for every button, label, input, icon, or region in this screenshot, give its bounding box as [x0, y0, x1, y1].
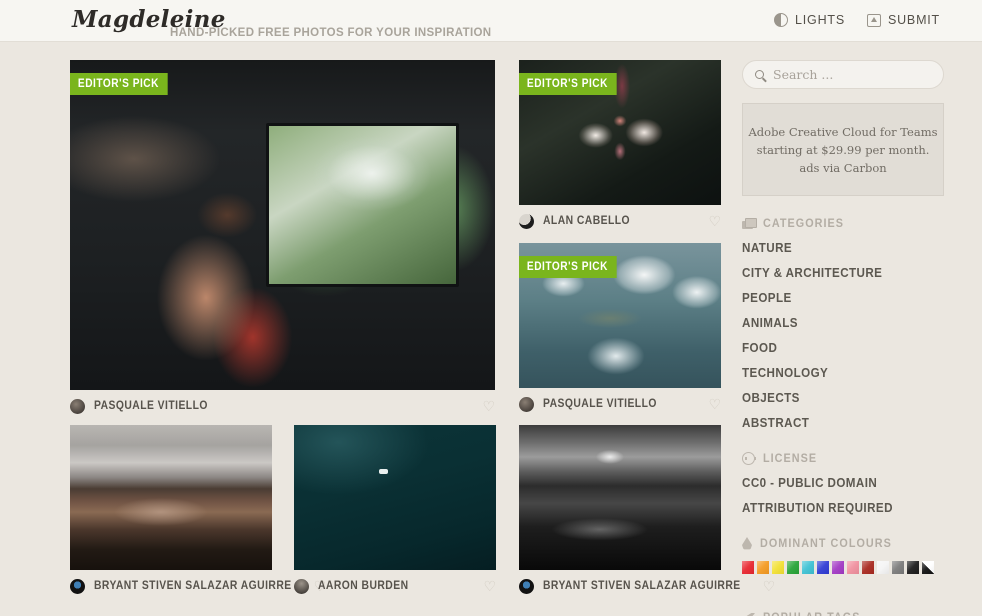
photo-card-clouds[interactable]: EDITOR'S PICK PASQUALE VITIELLO ♡: [519, 243, 721, 416]
lights-button[interactable]: LIGHTS: [774, 13, 845, 27]
contrast-icon: [774, 13, 789, 27]
lights-label: LIGHTS: [795, 13, 845, 27]
license-header: LICENSE: [742, 452, 944, 465]
heart-icon[interactable]: ♡: [483, 579, 496, 593]
popular-tags-header: POPULAR TAGS: [742, 612, 944, 616]
colour-swatch[interactable]: [787, 561, 799, 574]
gallery-column-left: EDITOR'S PICK PASQUALE VITIELLO ♡: [70, 60, 495, 428]
photo-card-sea[interactable]: AARON BURDEN ♡: [294, 425, 496, 598]
photo-card-mountain[interactable]: BRYANT STIVEN SALAZAR AGUIRRE ♡: [70, 425, 326, 598]
sidebar: Adobe Creative Cloud for Teams starting …: [742, 60, 944, 616]
photo-author[interactable]: PASQUALE VITIELLO: [94, 400, 208, 412]
sidebar-item-objects[interactable]: OBJECTS: [742, 391, 930, 405]
dominant-colours-title: DOMINANT COLOURS: [760, 537, 892, 550]
colour-swatch[interactable]: [847, 561, 859, 574]
photo-author[interactable]: BRYANT STIVEN SALAZAR AGUIRRE: [543, 580, 741, 592]
colour-swatch[interactable]: [757, 561, 769, 574]
avatar: [294, 578, 309, 594]
license-title: LICENSE: [763, 452, 818, 465]
sidebar-item-technology[interactable]: TECHNOLOGY: [742, 366, 930, 380]
droplet-icon: [742, 537, 752, 550]
sidebar-item-attribution-required[interactable]: ATTRIBUTION REQUIRED: [742, 501, 930, 515]
photo-meta: ALAN CABELLO ♡: [519, 205, 721, 233]
boat-shape: [378, 468, 388, 474]
creative-commons-icon: [742, 452, 756, 465]
photo-thumbnail-sea[interactable]: [294, 425, 496, 570]
heart-icon[interactable]: ♡: [482, 399, 495, 413]
sidebar-item-food[interactable]: FOOD: [742, 341, 930, 355]
layers-icon: [742, 218, 757, 230]
editors-pick-badge: EDITOR'S PICK: [70, 73, 168, 95]
heart-icon[interactable]: ♡: [708, 397, 721, 411]
categories-title: CATEGORIES: [763, 218, 845, 230]
colour-swatch-list: [742, 561, 944, 574]
upload-icon: [866, 13, 881, 27]
popular-tags-title: POPULAR TAGS: [763, 612, 860, 616]
heart-icon[interactable]: ♡: [708, 214, 721, 228]
photo-author[interactable]: PASQUALE VITIELLO: [543, 398, 657, 410]
colour-swatch[interactable]: [892, 561, 904, 574]
colour-swatch[interactable]: [862, 561, 874, 574]
search-icon: [755, 70, 764, 79]
photo-meta: BRYANT STIVEN SALAZAR AGUIRRE ♡: [70, 570, 326, 598]
editors-pick-badge: EDITOR'S PICK: [519, 73, 617, 95]
photo-card-car[interactable]: EDITOR'S PICK PASQUALE VITIELLO ♡: [70, 60, 495, 418]
categories-header: CATEGORIES: [742, 218, 944, 230]
avatar: [519, 578, 534, 594]
site-header: Magdeleine HAND-PICKED FREE PHOTOS FOR Y…: [0, 0, 982, 42]
avatar: [519, 213, 534, 229]
sidebar-item-people[interactable]: PEOPLE: [742, 291, 930, 305]
colour-swatch[interactable]: [802, 561, 814, 574]
sidebar-item-city-architecture[interactable]: CITY & ARCHITECTURE: [742, 266, 930, 280]
sidebar-item-cc0-public-domain[interactable]: CC0 - PUBLIC DOMAIN: [742, 476, 930, 490]
colour-swatch[interactable]: [922, 561, 934, 574]
photo-meta: AARON BURDEN ♡: [294, 570, 496, 598]
photo-thumbnail-car[interactable]: EDITOR'S PICK: [70, 60, 495, 390]
ad-line-1: Adobe Creative Cloud for Teams: [748, 124, 938, 139]
sidebar-item-abstract[interactable]: ABSTRACT: [742, 416, 930, 430]
ad-line-2: starting at $29.99 per month.: [756, 142, 930, 157]
submit-button[interactable]: SUBMIT: [866, 13, 940, 27]
ad-line-3: ads via Carbon: [799, 160, 887, 175]
photo-card-bw-valley[interactable]: BRYANT STIVEN SALAZAR AGUIRRE ♡: [519, 425, 775, 598]
submit-label: SUBMIT: [887, 13, 940, 27]
photo-thumbnail-bw-valley[interactable]: [519, 425, 721, 570]
search-box[interactable]: [742, 60, 944, 89]
gallery-column-right: EDITOR'S PICK ALAN CABELLO ♡ EDITOR'S PI…: [519, 60, 721, 426]
photo-card-flower[interactable]: EDITOR'S PICK ALAN CABELLO ♡: [519, 60, 721, 233]
sidebar-item-animals[interactable]: ANIMALS: [742, 316, 930, 330]
photo-thumbnail-flower[interactable]: EDITOR'S PICK: [519, 60, 721, 205]
sidebar-item-nature[interactable]: NATURE: [742, 241, 930, 255]
avatar: [70, 398, 85, 414]
editors-pick-badge: EDITOR'S PICK: [519, 256, 617, 278]
photo-meta: BRYANT STIVEN SALAZAR AGUIRRE ♡: [519, 570, 775, 598]
colour-swatch[interactable]: [907, 561, 919, 574]
carbon-ad[interactable]: Adobe Creative Cloud for Teams starting …: [742, 103, 944, 196]
colour-swatch[interactable]: [772, 561, 784, 574]
colour-swatch[interactable]: [817, 561, 829, 574]
photo-meta: PASQUALE VITIELLO ♡: [70, 390, 495, 418]
avatar: [70, 578, 85, 594]
colour-swatch[interactable]: [742, 561, 754, 574]
photo-thumbnail-mountain[interactable]: [70, 425, 272, 570]
photo-author[interactable]: AARON BURDEN: [318, 580, 409, 592]
tag-icon: [742, 612, 755, 616]
header-actions: LIGHTS SUBMIT: [774, 13, 940, 27]
photo-author[interactable]: ALAN CABELLO: [543, 215, 630, 227]
colour-swatch[interactable]: [877, 561, 889, 574]
colour-swatch[interactable]: [832, 561, 844, 574]
search-input[interactable]: [773, 67, 923, 82]
photo-thumbnail-clouds[interactable]: EDITOR'S PICK: [519, 243, 721, 388]
photo-meta: PASQUALE VITIELLO ♡: [519, 388, 721, 416]
page-content: EDITOR'S PICK PASQUALE VITIELLO ♡ EDITOR…: [0, 43, 982, 616]
site-tagline: HAND-PICKED FREE PHOTOS FOR YOUR INSPIRA…: [170, 27, 492, 39]
dominant-colours-header: DOMINANT COLOURS: [742, 537, 944, 550]
photo-author[interactable]: BRYANT STIVEN SALAZAR AGUIRRE: [94, 580, 292, 592]
avatar: [519, 396, 534, 412]
